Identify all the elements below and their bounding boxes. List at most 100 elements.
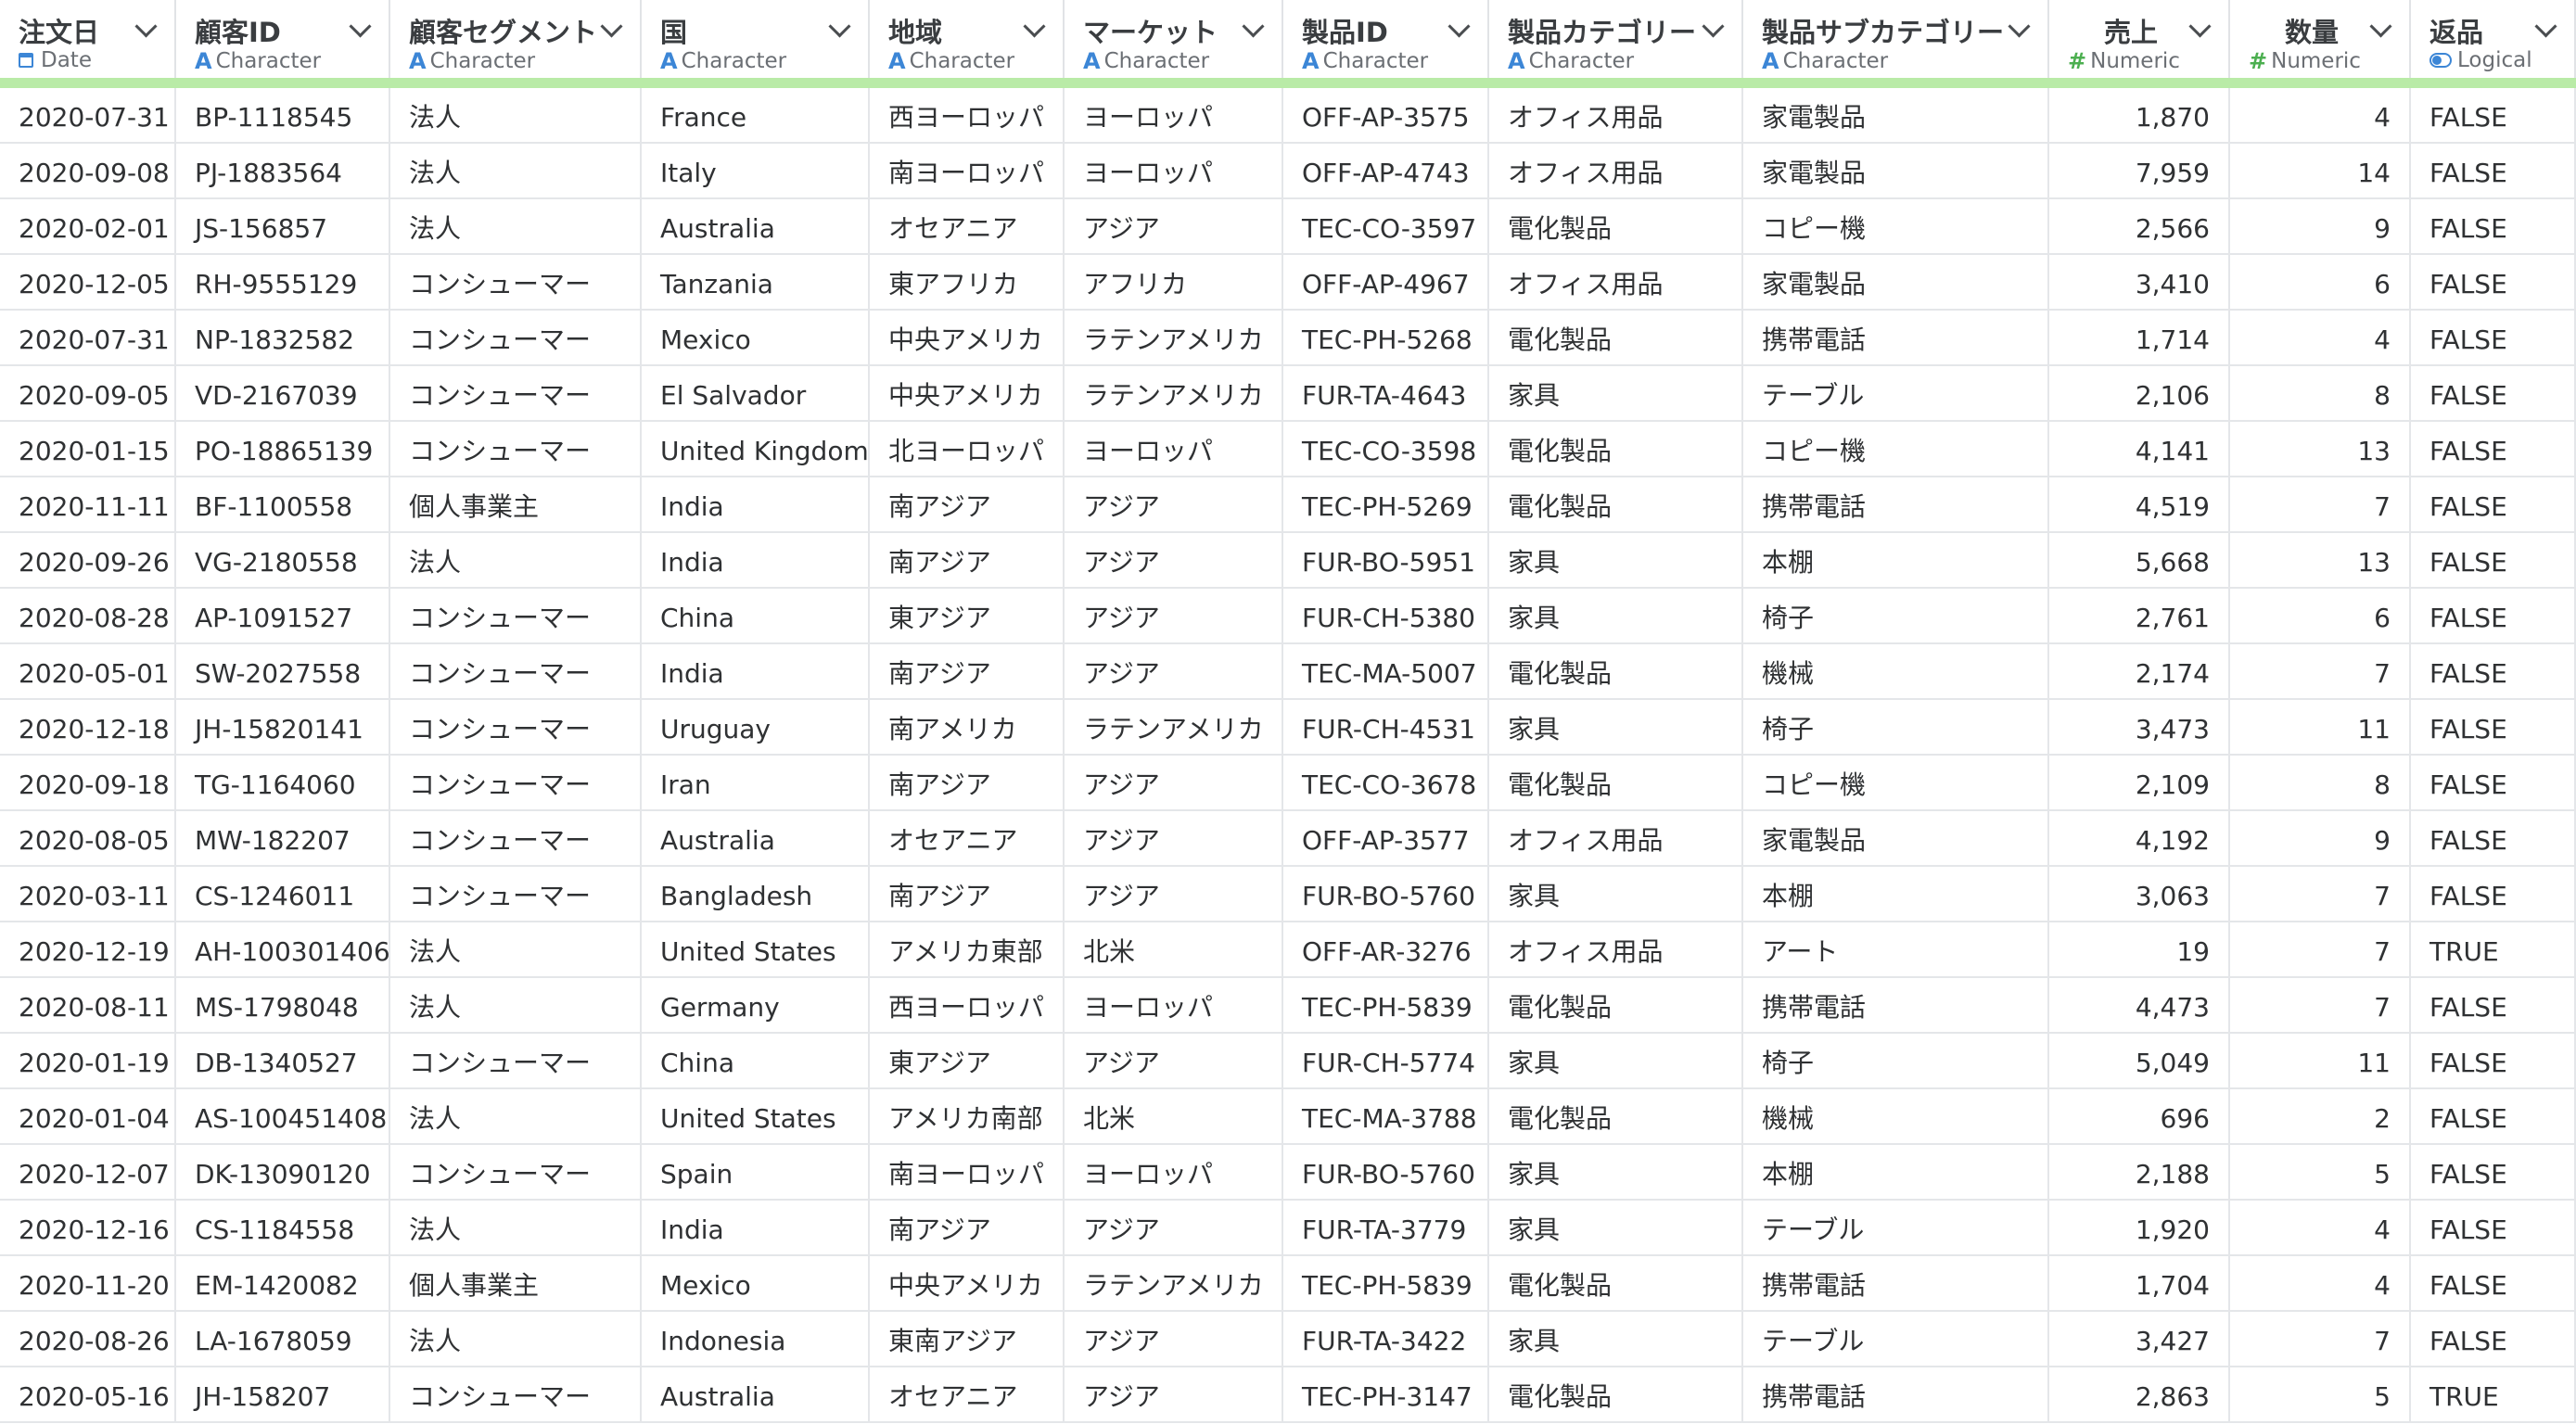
table-cell[interactable]: FALSE xyxy=(2411,1034,2576,1089)
table-cell[interactable]: 東南アジア xyxy=(870,1312,1065,1367)
table-cell[interactable]: TG-1164060 xyxy=(176,756,390,811)
table-cell[interactable]: ラテンアメリカ xyxy=(1065,366,1283,422)
table-cell[interactable]: 2020-09-05 xyxy=(0,366,176,422)
table-cell[interactable]: 携帯電話 xyxy=(1743,1256,2049,1312)
table-cell[interactable]: 11 xyxy=(2230,1034,2411,1089)
table-cell[interactable]: 南アジア xyxy=(870,533,1065,589)
table-cell[interactable]: テーブル xyxy=(1743,1201,2049,1256)
table-cell[interactable]: India xyxy=(642,533,870,589)
table-cell[interactable]: ヨーロッパ xyxy=(1065,88,1283,144)
table-cell[interactable]: FALSE xyxy=(2411,199,2576,255)
chevron-down-icon[interactable] xyxy=(349,15,372,38)
table-cell[interactable]: FALSE xyxy=(2411,1312,2576,1367)
table-cell[interactable]: MW-182207 xyxy=(176,811,390,867)
table-cell[interactable]: China xyxy=(642,589,870,644)
table-row[interactable]: 2020-09-08 PJ-1883564 法人 Italy 南ヨーロッパ ヨーロッパ OF… xyxy=(0,144,2576,199)
table-cell[interactable]: 5 xyxy=(2230,1145,2411,1201)
table-cell[interactable]: SW-2027558 xyxy=(176,644,390,700)
table-cell[interactable]: 6 xyxy=(2230,589,2411,644)
table-cell[interactable]: 2020-12-16 xyxy=(0,1201,176,1256)
table-cell[interactable]: オセアニア xyxy=(870,811,1065,867)
chevron-down-icon[interactable] xyxy=(2534,15,2557,38)
column-header-1[interactable]: 顧客ID A Character xyxy=(176,0,390,78)
table-cell[interactable]: 法人 xyxy=(390,144,642,199)
table-cell[interactable]: アメリカ東部 xyxy=(870,922,1065,978)
table-cell[interactable]: TEC-CO-3678 xyxy=(1283,756,1489,811)
table-cell[interactable]: Tanzania xyxy=(642,255,870,311)
table-cell[interactable]: FUR-CH-4531 xyxy=(1283,700,1489,756)
table-cell[interactable]: FALSE xyxy=(2411,477,2576,533)
table-row[interactable]: 2020-02-01 JS-156857 法人 Australia オセアニア アジア TE… xyxy=(0,199,2576,255)
table-cell[interactable]: LA-1678059 xyxy=(176,1312,390,1367)
table-cell[interactable]: 4,519 xyxy=(2049,477,2230,533)
table-cell[interactable]: OFF-AP-3577 xyxy=(1283,811,1489,867)
table-cell[interactable]: アジア xyxy=(1065,1201,1283,1256)
table-cell[interactable]: 東アフリカ xyxy=(870,255,1065,311)
table-cell[interactable]: TEC-MA-5007 xyxy=(1283,644,1489,700)
table-cell[interactable]: 2020-09-18 xyxy=(0,756,176,811)
table-cell[interactable]: 携帯電話 xyxy=(1743,1367,2049,1423)
table-cell[interactable]: アジア xyxy=(1065,644,1283,700)
table-cell[interactable]: 法人 xyxy=(390,533,642,589)
table-cell[interactable]: TEC-PH-5839 xyxy=(1283,978,1489,1034)
table-cell[interactable]: FALSE xyxy=(2411,589,2576,644)
table-cell[interactable]: 機械 xyxy=(1743,644,2049,700)
table-cell[interactable]: FALSE xyxy=(2411,1256,2576,1312)
table-cell[interactable]: 西ヨーロッパ xyxy=(870,978,1065,1034)
table-cell[interactable]: TRUE xyxy=(2411,1367,2576,1423)
table-cell[interactable]: France xyxy=(642,88,870,144)
table-cell[interactable]: Italy xyxy=(642,144,870,199)
table-cell[interactable]: オフィス用品 xyxy=(1489,144,1743,199)
table-row[interactable]: 2020-08-11 MS-1798048 法人 Germany 西ヨーロッパ ヨーロッパ… xyxy=(0,978,2576,1034)
table-cell[interactable]: AH-100301406 xyxy=(176,922,390,978)
table-cell[interactable]: 法人 xyxy=(390,1312,642,1367)
table-cell[interactable]: 5,049 xyxy=(2049,1034,2230,1089)
table-cell[interactable]: 法人 xyxy=(390,1201,642,1256)
table-cell[interactable]: 椅子 xyxy=(1743,700,2049,756)
table-cell[interactable]: 西ヨーロッパ xyxy=(870,88,1065,144)
table-cell[interactable]: Uruguay xyxy=(642,700,870,756)
table-cell[interactable]: FALSE xyxy=(2411,756,2576,811)
table-cell[interactable]: アジア xyxy=(1065,1034,1283,1089)
chevron-down-icon[interactable] xyxy=(2188,15,2212,38)
table-cell[interactable]: 個人事業主 xyxy=(390,1256,642,1312)
table-cell[interactable]: TEC-PH-5268 xyxy=(1283,311,1489,366)
table-cell[interactable]: India xyxy=(642,644,870,700)
table-cell[interactable]: Indonesia xyxy=(642,1312,870,1367)
table-row[interactable]: 2020-12-07 DK-13090120 コンシューマー Spain 南ヨーロッパヨ… xyxy=(0,1145,2576,1201)
table-cell[interactable]: FALSE xyxy=(2411,1145,2576,1201)
table-cell[interactable]: 家具 xyxy=(1489,533,1743,589)
table-cell[interactable]: 3,473 xyxy=(2049,700,2230,756)
table-cell[interactable]: FALSE xyxy=(2411,366,2576,422)
table-cell[interactable]: 2020-03-11 xyxy=(0,867,176,922)
column-header-9[interactable]: 売上 # Numeric xyxy=(2049,0,2230,78)
table-cell[interactable]: 電化製品 xyxy=(1489,477,1743,533)
column-header-11[interactable]: 返品 Logical xyxy=(2411,0,2576,78)
table-cell[interactable]: コンシューマー xyxy=(390,255,642,311)
table-cell[interactable]: AS-100451408 xyxy=(176,1089,390,1145)
table-cell[interactable]: 7 xyxy=(2230,978,2411,1034)
table-cell[interactable]: 2020-12-05 xyxy=(0,255,176,311)
table-cell[interactable]: 家電製品 xyxy=(1743,255,2049,311)
table-cell[interactable]: アジア xyxy=(1065,1367,1283,1423)
chevron-down-icon[interactable] xyxy=(828,15,851,38)
table-cell[interactable]: 2020-08-05 xyxy=(0,811,176,867)
table-cell[interactable]: TEC-CO-3598 xyxy=(1283,422,1489,477)
table-cell[interactable]: TEC-CO-3597 xyxy=(1283,199,1489,255)
table-cell[interactable]: アジア xyxy=(1065,756,1283,811)
table-cell[interactable]: FALSE xyxy=(2411,533,2576,589)
table-cell[interactable]: 本棚 xyxy=(1743,533,2049,589)
table-cell[interactable]: 2020-08-28 xyxy=(0,589,176,644)
table-cell[interactable]: 中央アメリカ xyxy=(870,311,1065,366)
table-cell[interactable]: 1,870 xyxy=(2049,88,2230,144)
table-row[interactable]: 2020-08-26 LA-1678059 法人 Indonesia 東南アジア アジア F… xyxy=(0,1312,2576,1367)
table-cell[interactable]: 中央アメリカ xyxy=(870,366,1065,422)
table-cell[interactable]: JS-156857 xyxy=(176,199,390,255)
table-cell[interactable]: アート xyxy=(1743,922,2049,978)
table-cell[interactable]: コンシューマー xyxy=(390,1367,642,1423)
table-cell[interactable]: TEC-MA-3788 xyxy=(1283,1089,1489,1145)
table-cell[interactable]: 3,427 xyxy=(2049,1312,2230,1367)
table-cell[interactable]: オセアニア xyxy=(870,199,1065,255)
table-cell[interactable]: FALSE xyxy=(2411,811,2576,867)
table-cell[interactable]: 椅子 xyxy=(1743,589,2049,644)
